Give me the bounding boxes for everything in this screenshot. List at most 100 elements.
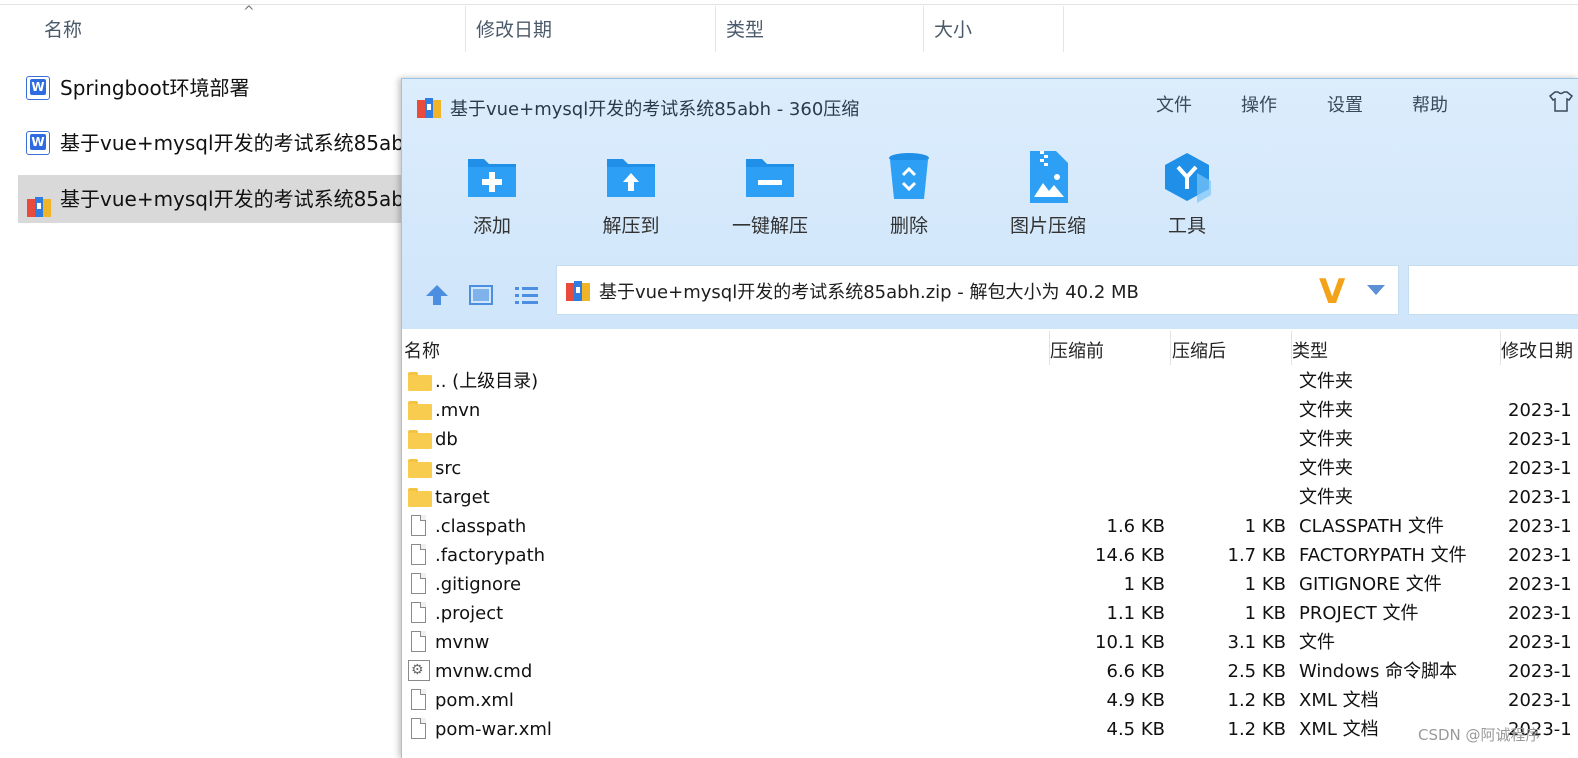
file-row[interactable]: .gitignore 1 KB 1 KB GITIGNORE 文件 2023-1 <box>402 570 1578 599</box>
file-type: XML 文档 <box>1299 719 1379 740</box>
explorer-column-date[interactable]: 修改日期 <box>476 14 552 50</box>
file-row[interactable]: pom-war.xml 4.5 KB 1.2 KB XML 文档 2023-1 <box>402 715 1578 744</box>
file-type: GITIGNORE 文件 <box>1299 574 1442 595</box>
file-row[interactable]: .. (上级目录) 文件夹 <box>402 367 1578 396</box>
column-after-size[interactable]: 压缩后 <box>1172 337 1226 363</box>
extract-to-button[interactable]: 解压到 <box>571 151 691 238</box>
extract-folder-icon <box>601 151 661 203</box>
size-before: 4.9 KB <box>1106 690 1166 711</box>
column-modified-date[interactable]: 修改日期 <box>1501 337 1573 363</box>
column-divider[interactable] <box>465 6 466 52</box>
file-type: FACTORYPATH 文件 <box>1299 545 1467 566</box>
file-name: mvnw.cmd <box>435 661 533 682</box>
file-name: .classpath <box>435 516 527 537</box>
explorer-column-name[interactable]: 名称 <box>44 14 82 50</box>
file-name: .gitignore <box>435 574 522 595</box>
size-after: 1.7 KB <box>1227 545 1287 566</box>
list-view-icon[interactable] <box>514 283 540 307</box>
file-type: CLASSPATH 文件 <box>1299 516 1445 537</box>
skin-shirt-icon[interactable] <box>1548 89 1574 113</box>
search-input[interactable] <box>1408 265 1578 315</box>
file-date: 2023-1 <box>1508 632 1572 653</box>
file-date: 2023-1 <box>1508 545 1572 566</box>
explorer-file-name: 基于vue+mysql开发的考试系统85abh <box>60 187 417 211</box>
explorer-top-divider <box>0 4 1578 5</box>
file-row[interactable]: src 文件夹 2023-1 <box>402 454 1578 483</box>
column-divider[interactable] <box>715 6 716 52</box>
menu-help[interactable]: 帮助 <box>1412 91 1448 117</box>
file-type: 文件夹 <box>1299 487 1353 508</box>
address-bar[interactable]: 基于vue+mysql开发的考试系统85abh.zip - 解包大小为 40.2… <box>556 265 1399 315</box>
delete-button[interactable]: 删除 <box>849 151 969 238</box>
tools-button[interactable]: 工具 <box>1127 151 1247 238</box>
folder-icon <box>408 370 432 392</box>
file-type: PROJECT 文件 <box>1299 603 1419 624</box>
folder-icon <box>408 399 432 421</box>
column-type[interactable]: 类型 <box>1292 337 1328 363</box>
add-button[interactable]: 添加 <box>432 151 552 238</box>
file-date: 2023-1 <box>1508 400 1572 421</box>
csdn-watermark: CSDN @阿诚程序 <box>1418 726 1541 744</box>
column-divider[interactable] <box>923 6 924 52</box>
wps-doc-icon <box>26 76 50 100</box>
thumbnail-view-icon[interactable] <box>468 283 494 307</box>
file-icon <box>408 631 430 653</box>
image-compress-button[interactable]: 图片压缩 <box>988 151 1108 238</box>
add-folder-icon <box>462 151 522 203</box>
folder-icon <box>408 428 432 450</box>
file-icon <box>408 573 430 595</box>
zip-app-icon <box>416 95 442 119</box>
file-name: .. (上级目录) <box>435 371 539 392</box>
file-type: Windows 命令脚本 <box>1299 661 1458 682</box>
file-row[interactable]: mvnw.cmd 6.6 KB 2.5 KB Windows 命令脚本 2023… <box>402 656 1578 686</box>
column-divider[interactable] <box>1170 331 1171 365</box>
menu-settings[interactable]: 设置 <box>1327 91 1363 117</box>
menu-file[interactable]: 文件 <box>1156 91 1192 117</box>
zip-archive-icon <box>26 187 51 217</box>
file-type: 文件夹 <box>1299 429 1353 450</box>
dropdown-arrow-icon[interactable] <box>1367 285 1385 295</box>
file-row[interactable]: db 文件夹 2023-1 <box>402 425 1578 454</box>
file-type: 文件夹 <box>1299 371 1353 392</box>
file-date: 2023-1 <box>1508 516 1572 537</box>
explorer-column-type[interactable]: 类型 <box>726 14 764 50</box>
file-row[interactable]: .mvn 文件夹 2023-1 <box>402 396 1578 425</box>
cmd-script-icon <box>408 656 430 685</box>
file-row[interactable]: pom.xml 4.9 KB 1.2 KB XML 文档 2023-1 <box>402 686 1578 715</box>
file-name: .mvn <box>435 400 481 421</box>
one-click-extract-label: 一键解压 <box>731 215 808 237</box>
file-date: 2023-1 <box>1508 690 1572 711</box>
file-type: 文件夹 <box>1299 458 1353 479</box>
column-divider[interactable] <box>1063 6 1064 52</box>
file-row[interactable]: .classpath 1.6 KB 1 KB CLASSPATH 文件 2023… <box>402 512 1578 541</box>
file-name: pom-war.xml <box>435 719 552 740</box>
explorer-column-size[interactable]: 大小 <box>934 14 972 50</box>
file-row[interactable]: .project 1.1 KB 1 KB PROJECT 文件 2023-1 <box>402 599 1578 628</box>
file-row[interactable]: mvnw 10.1 KB 3.1 KB 文件 2023-1 <box>402 628 1578 657</box>
delete-label: 删除 <box>889 215 928 237</box>
sort-ascending-icon[interactable]: ^ <box>243 4 255 20</box>
size-before: 1.1 KB <box>1106 603 1166 624</box>
image-compress-label: 图片压缩 <box>1009 215 1086 237</box>
menu-operation[interactable]: 操作 <box>1241 91 1277 117</box>
one-click-extract-button[interactable]: 一键解压 <box>710 151 830 238</box>
trash-recycle-icon <box>879 151 939 203</box>
address-path: 基于vue+mysql开发的考试系统85abh.zip - 解包大小为 40.2… <box>599 282 1139 303</box>
tools-label: 工具 <box>1167 215 1206 237</box>
tools-hexagon-icon <box>1157 151 1217 203</box>
v-verified-icon[interactable]: V <box>1319 272 1345 312</box>
file-row[interactable]: target 文件夹 2023-1 <box>402 483 1578 512</box>
size-after: 1 KB <box>1244 516 1286 537</box>
column-name[interactable]: 名称 <box>404 337 440 363</box>
one-click-extract-icon <box>740 151 800 203</box>
size-after: 1 KB <box>1244 574 1286 595</box>
file-name: .factorypath <box>435 545 546 566</box>
extract-to-label: 解压到 <box>602 215 660 237</box>
column-before-size[interactable]: 压缩前 <box>1050 337 1104 363</box>
wps-doc-icon <box>26 131 50 155</box>
zip-window: 基于vue+mysql开发的考试系统85abh - 360压缩 文件 操作 设置… <box>401 78 1578 758</box>
size-after: 1 KB <box>1244 603 1286 624</box>
size-before: 4.5 KB <box>1106 719 1166 740</box>
up-arrow-icon[interactable] <box>424 283 450 307</box>
file-row[interactable]: .factorypath 14.6 KB 1.7 KB FACTORYPATH … <box>402 541 1578 570</box>
